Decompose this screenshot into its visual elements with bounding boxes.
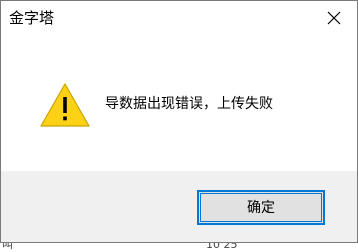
- close-icon: [327, 11, 341, 25]
- message-dialog: 金字塔 导数据出现错误，上传失败 确定: [0, 0, 358, 243]
- dialog-content: 导数据出现错误，上传失败: [1, 35, 357, 171]
- ok-button-label: 确定: [247, 199, 275, 216]
- warning-icon: [39, 82, 91, 128]
- close-button[interactable]: [311, 1, 357, 35]
- ok-button[interactable]: 确定: [197, 190, 325, 225]
- background-strip: 叫 10 25: [0, 242, 358, 252]
- dialog-footer: 确定: [1, 171, 357, 242]
- dialog-title: 金字塔: [9, 9, 55, 27]
- title-bar: 金字塔: [1, 1, 357, 35]
- background-text-fragment: 10 25: [206, 242, 238, 251]
- background-text-fragment: 叫: [2, 242, 13, 251]
- dialog-message: 导数据出现错误，上传失败: [105, 96, 273, 112]
